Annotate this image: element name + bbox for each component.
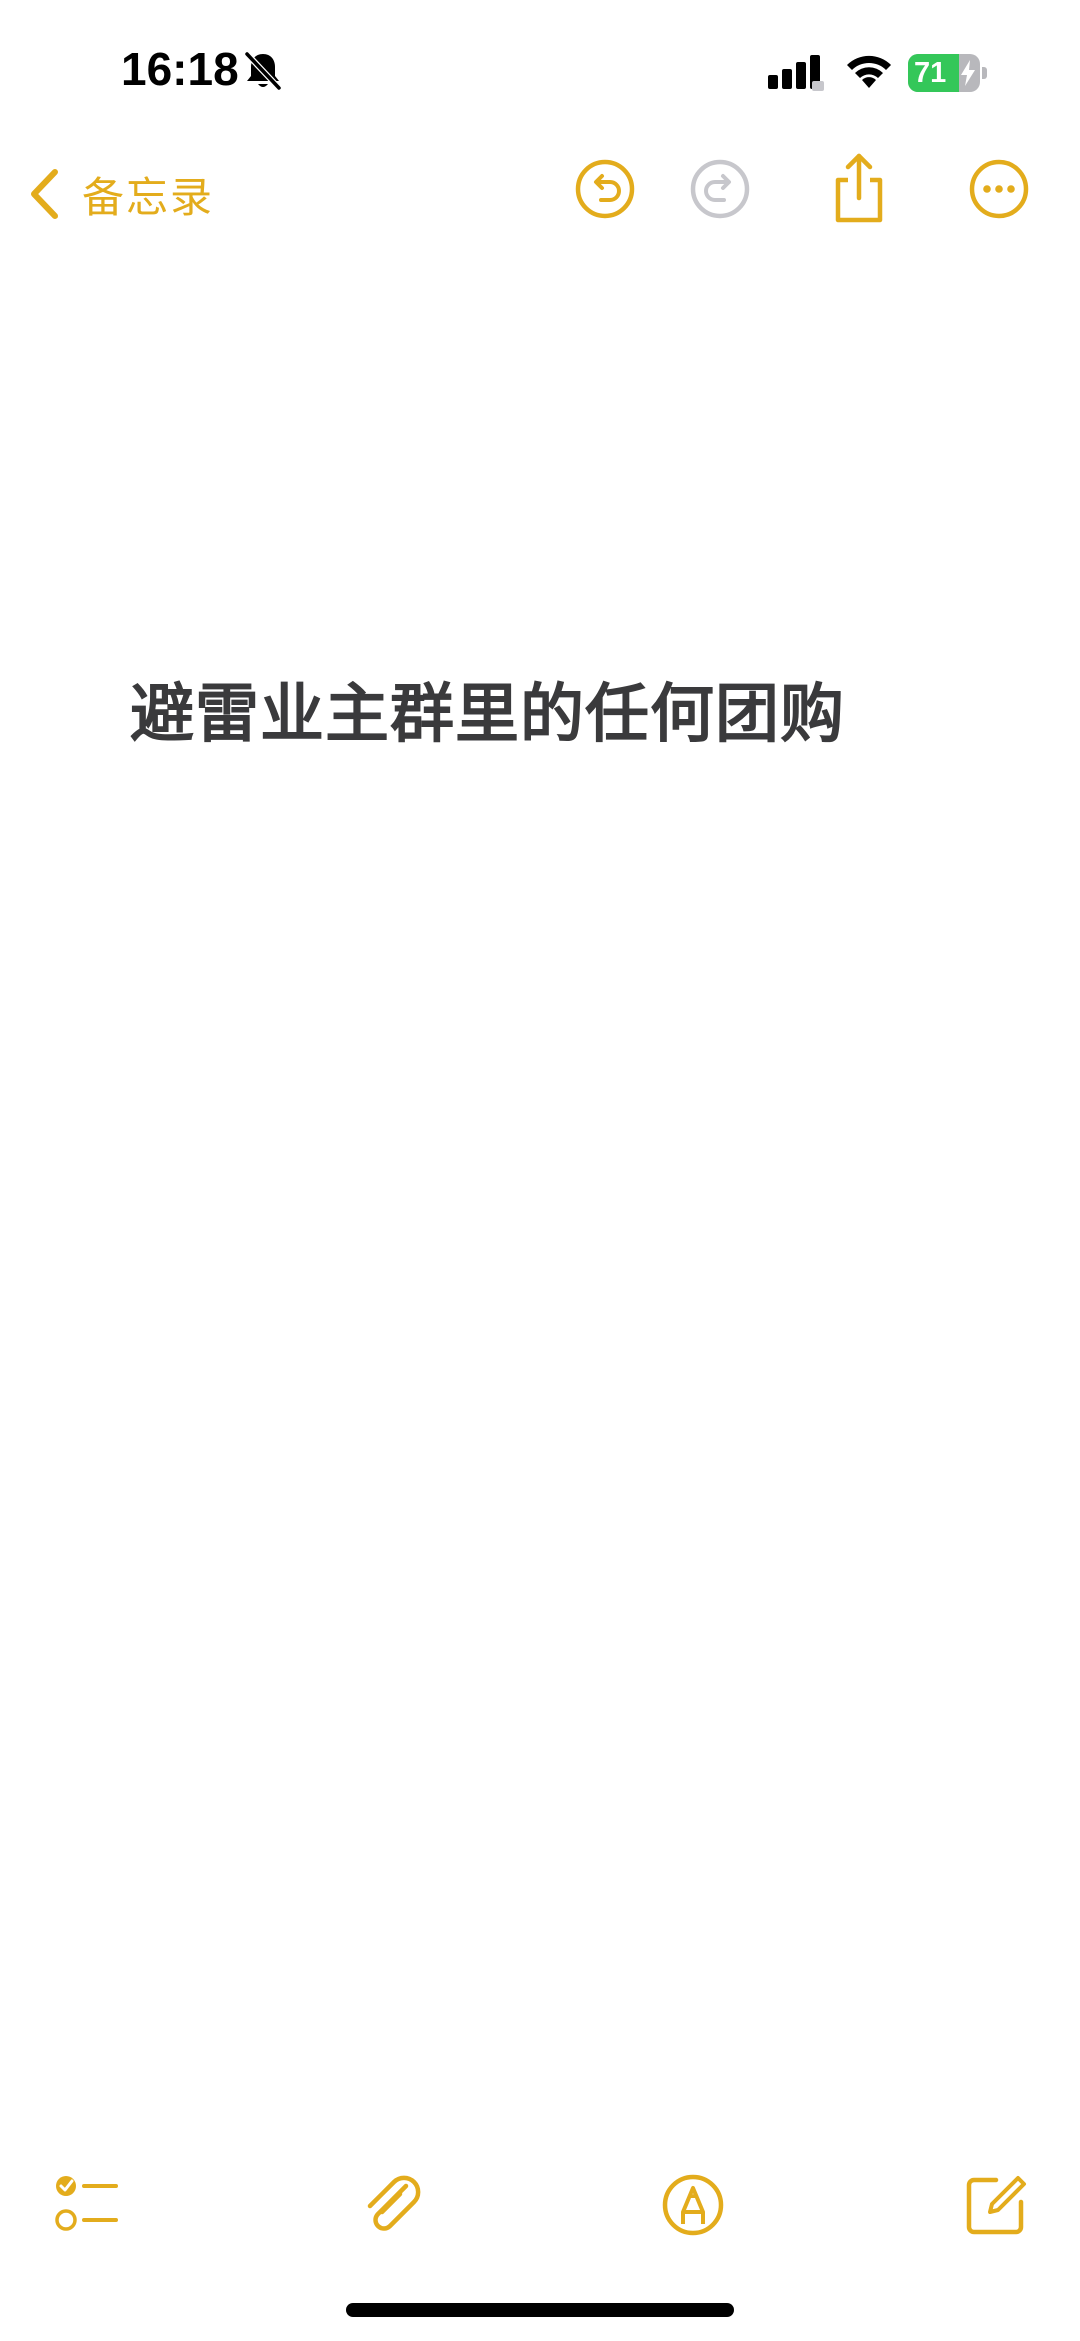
share-icon[interactable]: [828, 152, 890, 224]
undo-icon[interactable]: [574, 158, 636, 220]
charging-bolt-icon: [961, 60, 975, 86]
redo-icon[interactable]: [689, 158, 751, 220]
note-body[interactable]: 避雷业主群里的任何团购: [130, 670, 1010, 760]
back-button[interactable]: 备忘录: [28, 162, 214, 226]
back-label: 备忘录: [82, 172, 215, 222]
nav-bar: 备忘录: [0, 140, 1080, 250]
chevron-left-icon: [31, 169, 58, 219]
battery-level: 71: [914, 57, 947, 89]
markup-pen-icon[interactable]: [660, 2172, 726, 2238]
note-text[interactable]: 避雷业主群里的任何团购: [130, 670, 1010, 760]
compose-icon[interactable]: [962, 2172, 1028, 2238]
checklist-icon[interactable]: [54, 2172, 120, 2238]
signal-icon: [768, 55, 824, 91]
bottom-toolbar: [0, 2160, 1080, 2250]
wifi-icon: [847, 55, 891, 88]
battery-charging-icon: 71: [908, 54, 987, 92]
status-bar: 16:18 71: [0, 0, 1080, 140]
bell-muted-icon: [244, 51, 282, 91]
more-icon[interactable]: [968, 158, 1030, 220]
paperclip-icon[interactable]: [360, 2172, 426, 2238]
home-indicator[interactable]: [346, 2303, 734, 2317]
status-time: 16:18: [121, 43, 239, 95]
